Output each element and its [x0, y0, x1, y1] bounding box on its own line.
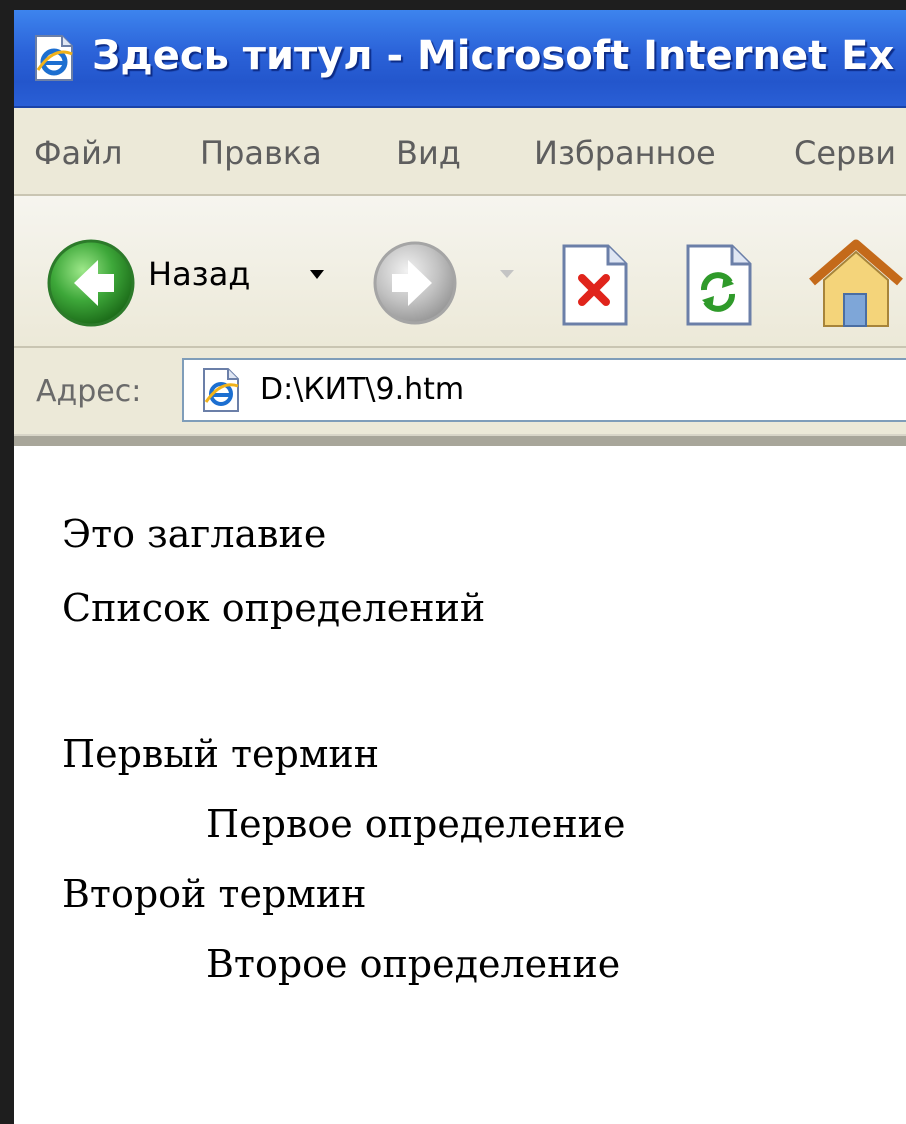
window-title: Здесь титул - Microsoft Internet Ex: [92, 33, 895, 79]
menu-item-tools[interactable]: Серви: [794, 132, 896, 174]
address-value: D:\КИТ\9.htm: [260, 372, 465, 407]
ie-page-icon: [203, 368, 239, 412]
menu-item-edit[interactable]: Правка: [200, 132, 322, 174]
ie-page-icon: [35, 35, 73, 81]
toolbar-divider: [14, 434, 906, 446]
refresh-icon[interactable]: [678, 242, 758, 328]
list-title: Список определений: [62, 586, 486, 630]
menu-item-file[interactable]: Файл: [34, 132, 122, 174]
home-icon[interactable]: [804, 234, 906, 330]
address-label: Адрес:: [36, 374, 142, 409]
title-bar[interactable]: Здесь титул - Microsoft Internet Ex: [14, 10, 906, 108]
menu-bar: Файл Правка Вид Избранное Серви: [14, 108, 906, 196]
browser-window: Здесь титул - Microsoft Internet Ex Файл…: [14, 10, 906, 1124]
definition-description: Второе определение: [206, 942, 621, 986]
address-input[interactable]: D:\КИТ\9.htm: [182, 358, 906, 422]
stop-icon[interactable]: [554, 242, 634, 328]
back-label: Назад: [148, 255, 251, 293]
page-heading: Это заглавие: [62, 512, 327, 556]
back-arrow-icon: [47, 239, 135, 327]
toolbar: Назад: [14, 196, 906, 348]
definition-term: Второй термин: [62, 872, 367, 916]
menu-item-favorites[interactable]: Избранное: [534, 132, 716, 174]
back-history-dropdown-icon[interactable]: [310, 270, 324, 279]
menu-item-view[interactable]: Вид: [396, 132, 461, 174]
definition-term: Первый термин: [62, 732, 380, 776]
page-content: Это заглавие Список определений Первый т…: [14, 446, 906, 1124]
forward-arrow-icon[interactable]: [370, 238, 460, 328]
definition-description: Первое определение: [206, 802, 626, 846]
address-bar: Адрес: D:\КИТ\9.htm: [14, 348, 906, 434]
forward-history-dropdown-icon[interactable]: [500, 270, 514, 278]
